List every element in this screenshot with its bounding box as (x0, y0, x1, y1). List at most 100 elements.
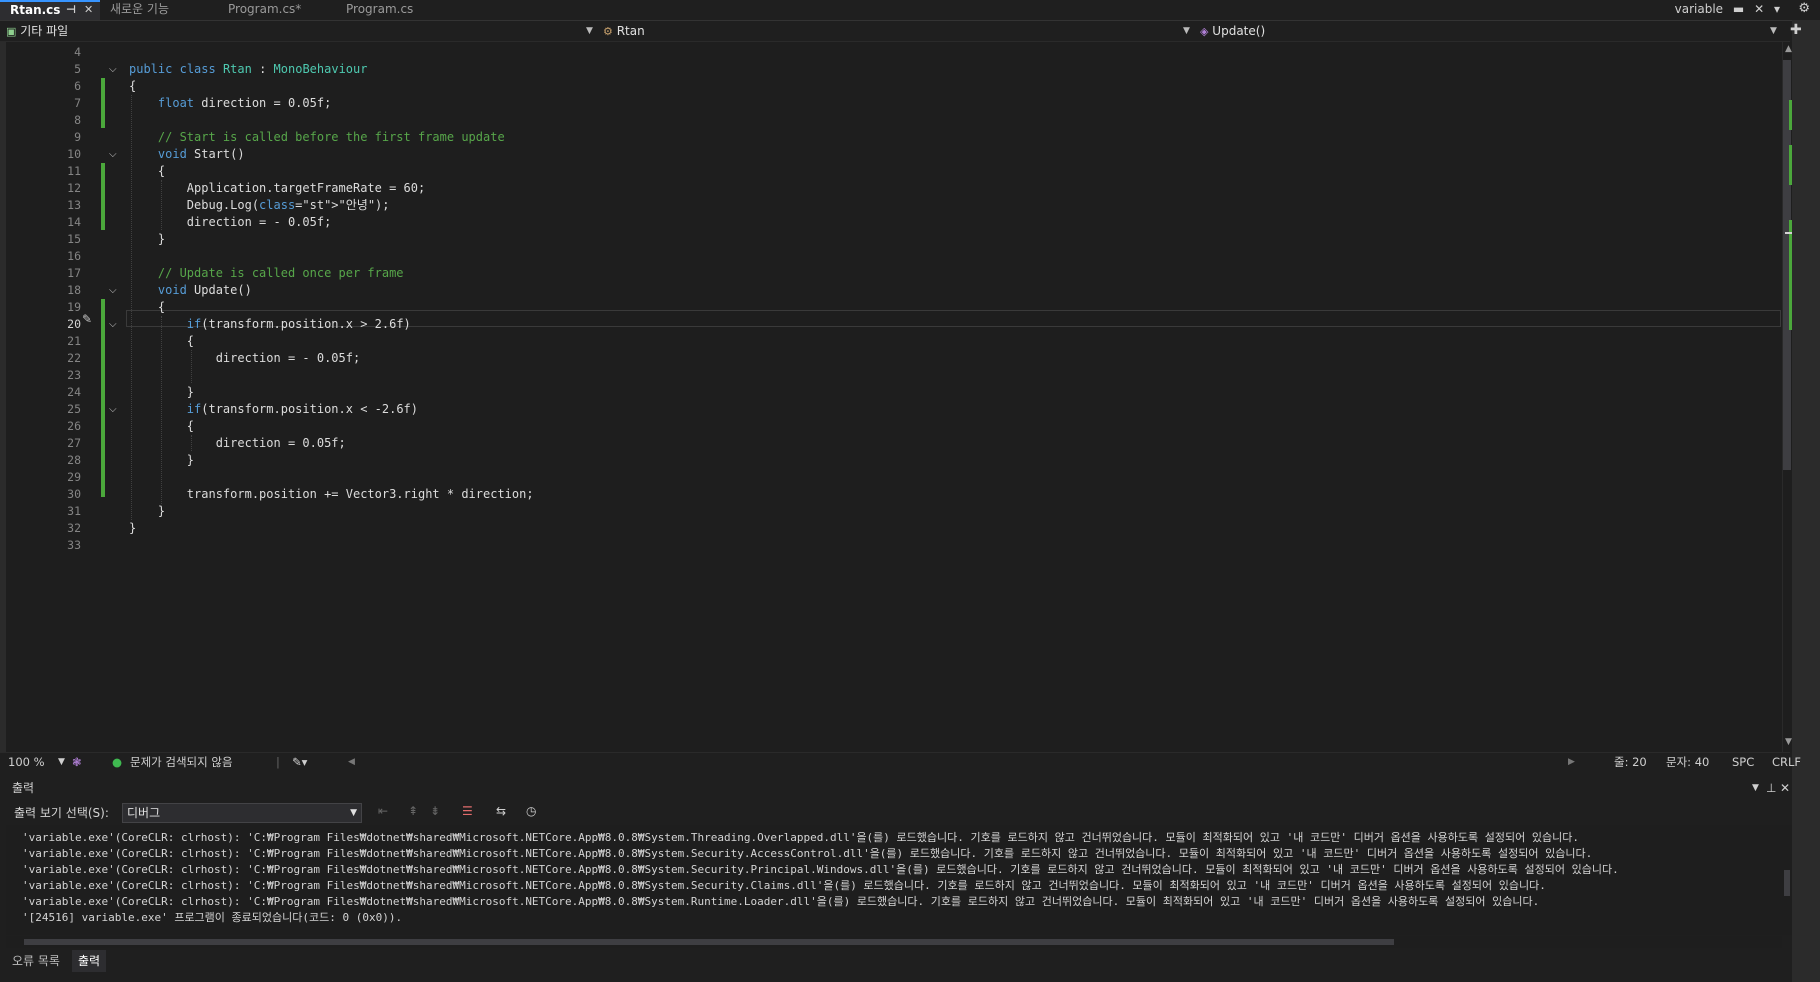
line-number: 5 (74, 62, 81, 76)
word-wrap-icon[interactable]: ⇆ (496, 804, 506, 818)
close-icon[interactable]: ✕ (84, 2, 93, 18)
code-line[interactable]: public class Rtan : MonoBehaviour (129, 61, 367, 78)
quick-actions-brush-icon[interactable]: ✎ (82, 312, 92, 326)
scroll-left-icon[interactable]: ◀ (348, 753, 355, 772)
fold-toggle-icon[interactable]: ⌵ (109, 146, 117, 163)
line-number: 19 (67, 300, 81, 314)
fold-toggle-icon[interactable]: ⌵ (109, 61, 117, 78)
zoom-level[interactable]: 100 % (8, 753, 45, 772)
indent-guide (191, 435, 192, 451)
project-icon: ▣ (6, 25, 17, 38)
tab-error-list[interactable]: 오류 목록 (6, 950, 66, 972)
previous-message-icon[interactable]: ⇞ (408, 804, 418, 818)
output-source-select[interactable]: 디버그 ▼ (122, 803, 362, 823)
chevron-down-icon[interactable]: ▼ (1752, 778, 1759, 798)
code-line[interactable]: } (129, 520, 136, 537)
scroll-down-icon[interactable]: ▼ (1785, 737, 1792, 747)
method-icon: ◈ (1200, 25, 1209, 38)
gear-icon[interactable]: ⚙ (1798, 0, 1810, 18)
member-selector[interactable]: ◈ Update() ▼ (1200, 22, 1780, 40)
split-add-icon[interactable]: ✚ (1790, 22, 1802, 38)
find-message-icon[interactable]: ⇤ (378, 804, 388, 818)
code-line[interactable]: } (129, 503, 165, 520)
fold-toggle-icon[interactable]: ⌵ (109, 401, 117, 418)
bottom-panel-tabs: 오류 목록 출력 (0, 950, 1790, 972)
change-bar (101, 299, 105, 497)
line-ending-indicator[interactable]: CRLF (1772, 753, 1801, 772)
code-line[interactable]: void Update() (129, 282, 252, 299)
code-line[interactable]: // Update is called once per frame (129, 265, 404, 282)
fold-toggle-icon[interactable]: ⌵ (109, 282, 117, 299)
code-line[interactable]: Debug.Log(class="st">"안녕"); (129, 197, 390, 214)
panel-title: 출력 (12, 781, 35, 795)
code-line[interactable]: { (129, 163, 165, 180)
output-line: 'variable.exe'(CoreCLR: clrhost): 'C:₩Pr… (22, 895, 1540, 908)
tab-program-cs[interactable]: Program.cs (336, 0, 446, 20)
scroll-right-icon[interactable]: ▶ (1568, 753, 1575, 772)
output-source-label: 출력 보기 선택(S): (14, 806, 109, 820)
next-message-icon[interactable]: ⇟ (430, 804, 440, 818)
tab-new-features[interactable]: 새로운 기능 (100, 0, 218, 20)
code-line[interactable]: Application.targetFrameRate = 60; (129, 180, 425, 197)
code-line[interactable]: } (129, 231, 165, 248)
chevron-down-icon[interactable]: ▼ (58, 753, 65, 772)
code-line[interactable]: if(transform.position.x > 2.6f) (129, 316, 411, 333)
line-number: 10 (67, 147, 81, 161)
tab-output[interactable]: 출력 (72, 950, 107, 972)
pin-icon[interactable]: ⊣ (66, 2, 76, 18)
project-tab-label[interactable]: variable (1675, 2, 1723, 16)
line-number: 22 (67, 351, 81, 365)
line-number: 23 (67, 368, 81, 382)
member-selector-value: Update() (1212, 24, 1266, 38)
issues-status[interactable]: 문제가 검색되지 않음 (130, 753, 233, 772)
fold-toggle-icon[interactable]: ⌵ (109, 316, 117, 333)
code-line[interactable]: direction = - 0.05f; (129, 214, 332, 231)
line-number: 4 (74, 45, 81, 59)
code-line[interactable]: if(transform.position.x < -2.6f) (129, 401, 418, 418)
chevron-down-icon[interactable]: ▾ (1774, 2, 1780, 16)
line-number: 12 (67, 181, 81, 195)
close-icon[interactable]: ✕ (1754, 2, 1764, 16)
line-number: 13 (67, 198, 81, 212)
divider: | (276, 755, 280, 769)
close-icon[interactable]: ✕ (1780, 778, 1790, 798)
code-line[interactable]: // Start is called before the first fram… (129, 129, 505, 146)
code-cleanup-brush-icon[interactable]: ✎▾ (292, 753, 307, 772)
output-line: 'variable.exe'(CoreCLR: clrhost): 'C:₩Pr… (22, 863, 1619, 876)
code-editor[interactable] (0, 42, 1790, 752)
copilot-icon[interactable]: ❃ (72, 753, 82, 772)
document-tab-strip: Rtan.cs ⊣ ✕ 새로운 기능 Program.cs* Program.c… (0, 0, 1820, 21)
clear-all-icon[interactable]: ☰ (462, 804, 473, 818)
line-number: 9 (74, 130, 81, 144)
code-line[interactable]: transform.position += Vector3.right * di… (129, 486, 534, 503)
class-selector[interactable]: ⚙ Rtan ▼ (603, 22, 1193, 40)
output-line: 'variable.exe'(CoreCLR: clrhost): 'C:₩Pr… (22, 879, 1546, 892)
line-indicator[interactable]: 줄: 20 (1614, 753, 1647, 772)
indent-guide (161, 316, 162, 506)
tab-rtan-cs[interactable]: Rtan.cs ⊣ ✕ (0, 0, 100, 20)
code-line[interactable]: direction = - 0.05f; (129, 350, 361, 367)
output-line: 'variable.exe'(CoreCLR: clrhost): 'C:₩Pr… (22, 831, 1579, 844)
code-line[interactable]: { (129, 78, 136, 95)
clock-icon[interactable]: ◷ (526, 804, 536, 818)
output-scroll-thumb[interactable] (1784, 870, 1790, 896)
project-selector[interactable]: ▣ 기타 파일 ▼ (6, 22, 596, 40)
chevron-down-icon: ▼ (586, 26, 593, 36)
scroll-up-icon[interactable]: ▲ (1785, 44, 1792, 54)
pin-icon[interactable]: ⊥ (1766, 778, 1776, 798)
line-number: 6 (74, 79, 81, 93)
code-line[interactable]: { (129, 299, 165, 316)
output-horizontal-thumb[interactable] (24, 939, 1394, 945)
code-line[interactable]: void Start() (129, 146, 245, 163)
editor-status-bar: 100 % ▼ ❃ ● 문제가 검색되지 않음 | ✎▾ ◀ ▶ 줄: 20 문… (0, 752, 1801, 773)
whitespace-indicator[interactable]: SPC (1732, 753, 1754, 772)
line-number: 20 (67, 317, 81, 331)
code-line[interactable]: float direction = 0.05f; (129, 95, 331, 112)
line-number: 15 (67, 232, 81, 246)
column-indicator[interactable]: 문자: 40 (1666, 753, 1709, 772)
pin-icon[interactable]: ▬ (1733, 2, 1744, 16)
chevron-down-icon: ▼ (1770, 26, 1777, 36)
line-number: 16 (67, 249, 81, 263)
tab-label: Program.cs (346, 2, 414, 16)
tab-program-cs-modified[interactable]: Program.cs* (218, 0, 336, 20)
